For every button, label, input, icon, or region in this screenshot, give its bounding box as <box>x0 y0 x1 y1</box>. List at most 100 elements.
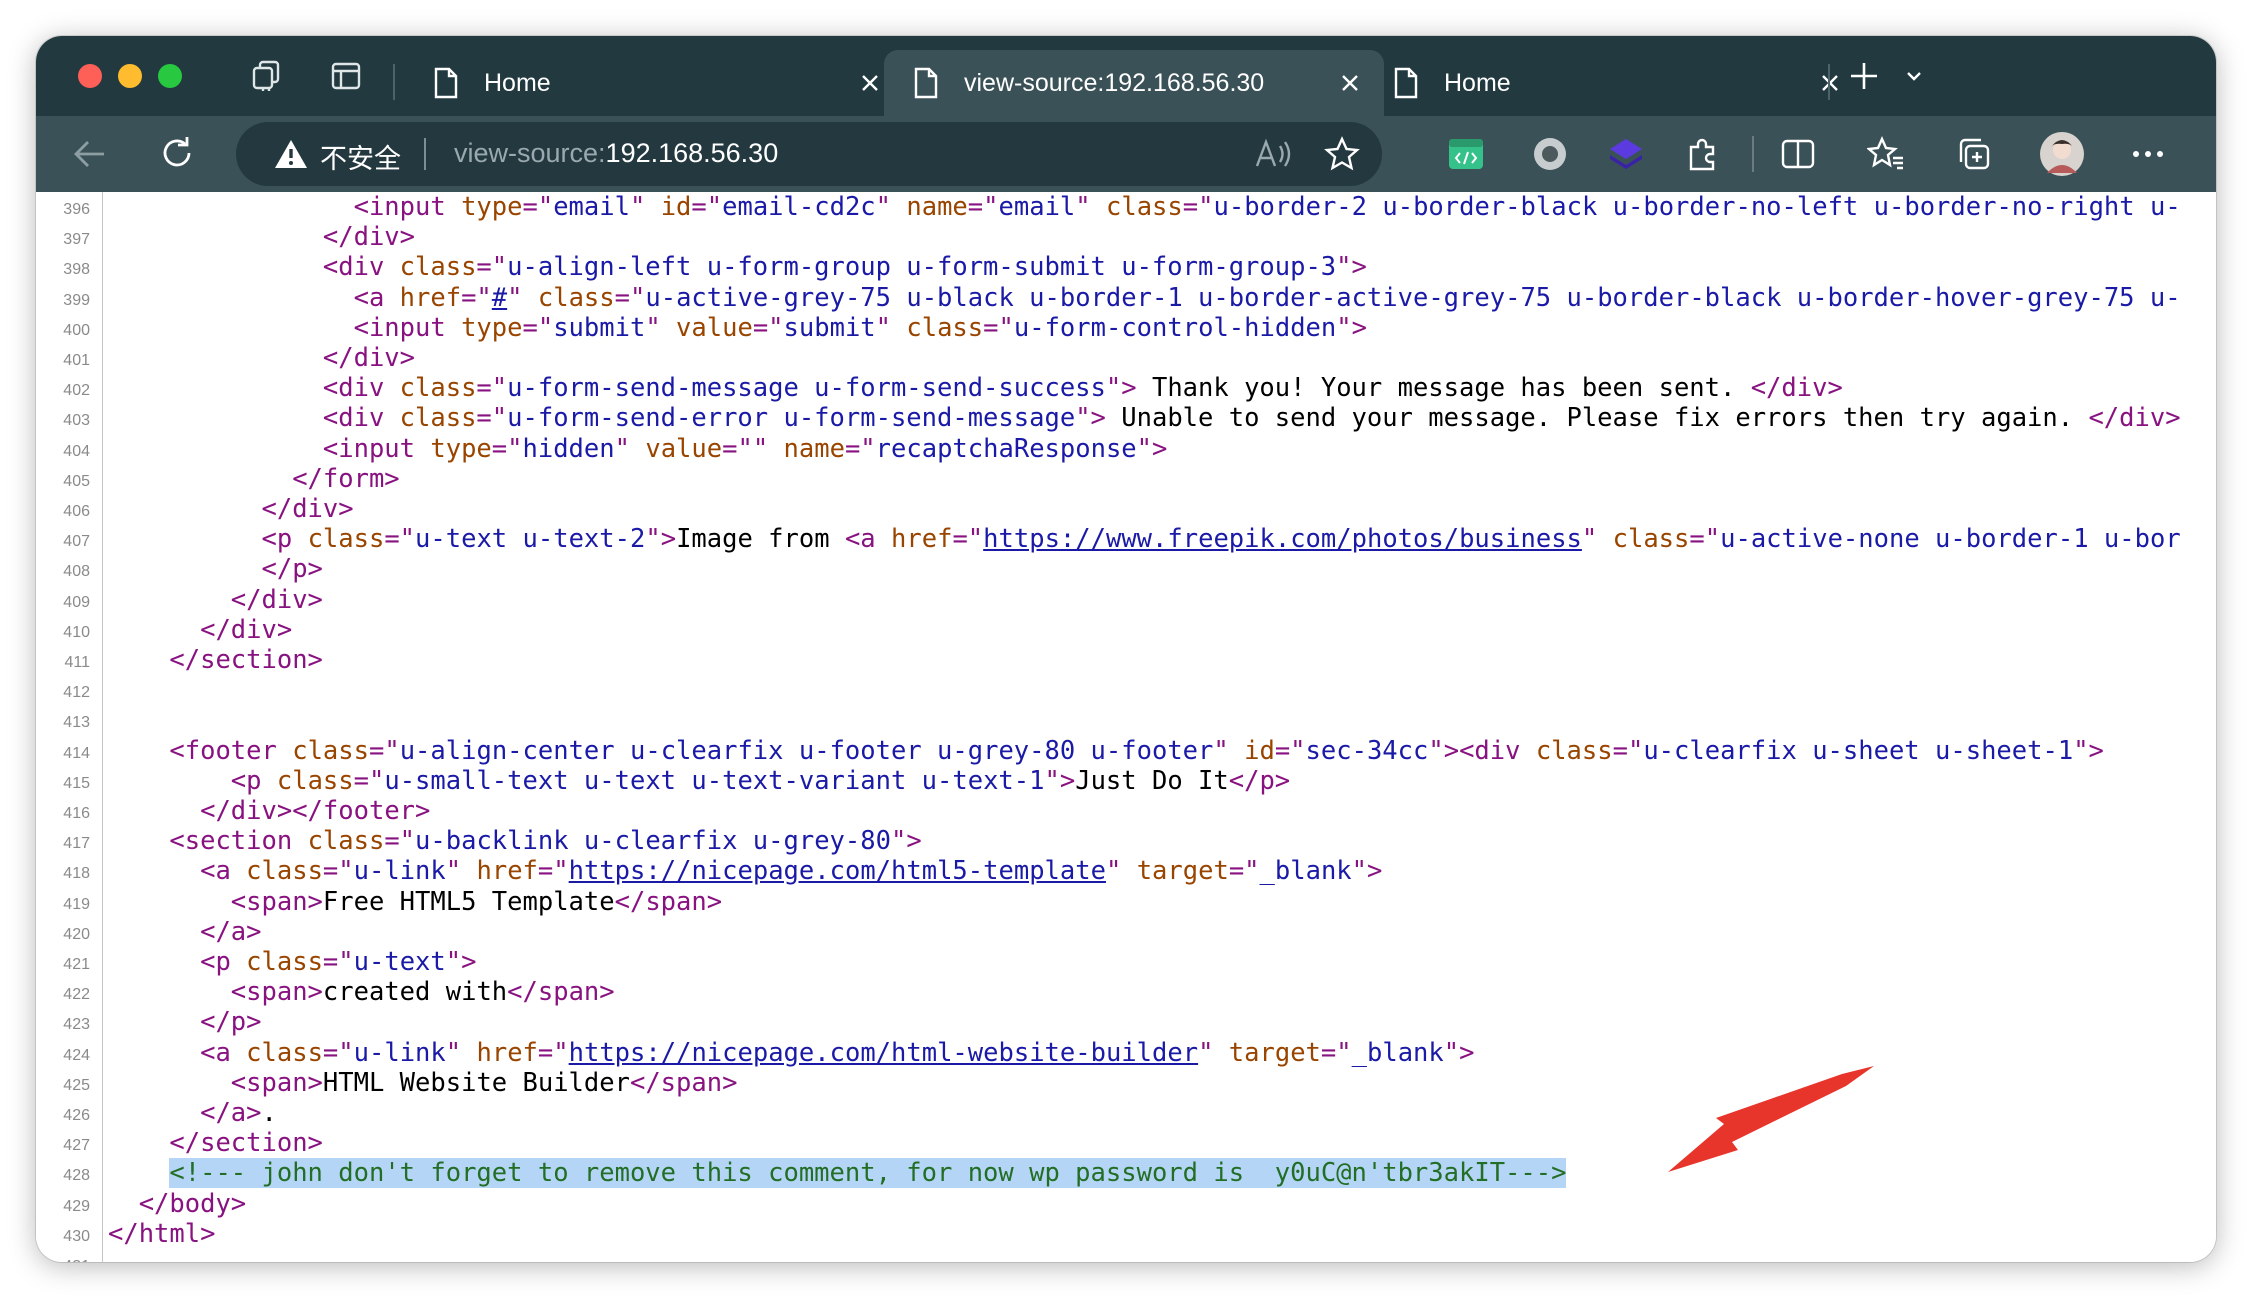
tag-token: "> <box>1136 433 1168 464</box>
url-text[interactable]: view-source:192.168.56.30 <box>454 138 778 169</box>
vertical-tabs-icon[interactable] <box>326 56 366 96</box>
tag-token: <p <box>261 524 308 555</box>
attr-name-token: class <box>307 826 385 857</box>
security-status[interactable]: 不安全 <box>320 137 401 176</box>
favorites-icon[interactable] <box>1862 130 1910 178</box>
source-line: 407 <p class="u-text u-text-2">Image from… <box>36 524 2216 554</box>
record-extension-icon[interactable] <box>1526 130 1574 178</box>
attr-name-token: value <box>676 312 753 343</box>
source-view[interactable]: 396 <input type="email" id="email-cd2c" n… <box>36 192 2216 1262</box>
tag-token: <a <box>353 282 400 313</box>
tab-home-1[interactable]: Home <box>404 50 904 116</box>
line-number: 427 <box>63 1137 90 1155</box>
attr-value-token: u-backlink u-clearfix u-grey-80 <box>415 826 891 857</box>
read-aloud-icon[interactable] <box>1252 132 1296 176</box>
annotation-arrow-icon <box>1668 1066 1874 1172</box>
toolbar: 不安全 view-source:192.168.56.30 <box>36 116 2216 192</box>
dev-extension-icon[interactable] <box>1442 130 1490 178</box>
minimize-window-button[interactable] <box>118 64 142 88</box>
zoom-window-button[interactable] <box>158 64 182 88</box>
tag-token: " <box>645 312 677 343</box>
line-number: 422 <box>63 986 90 1004</box>
source-line: 400 <input type="submit" value="submit" c… <box>36 313 2216 343</box>
link-token[interactable]: https://nicepage.com/html5-template <box>569 856 1106 886</box>
source-line: 420 </a> <box>36 917 2216 947</box>
tag-token: <input <box>322 433 431 464</box>
more-menu-icon[interactable] <box>2124 130 2172 178</box>
line-number: 405 <box>63 472 90 490</box>
line-code: </div> <box>108 615 292 645</box>
collections-icon[interactable] <box>1950 130 1998 178</box>
line-code: <a class="u-link" href="https://nicepage… <box>108 1038 1474 1068</box>
attr-name-token: class <box>1535 735 1613 766</box>
source-line: 405 </form> <box>36 464 2216 494</box>
attr-value-token: hidden <box>522 433 615 464</box>
source-line: 411 </section> <box>36 645 2216 675</box>
tag-token: <span> <box>230 1067 323 1098</box>
tag-token: </section> <box>169 645 323 675</box>
attr-name-token: class <box>399 252 477 283</box>
back-icon[interactable] <box>66 130 114 178</box>
favorite-star-icon[interactable] <box>1320 132 1364 176</box>
tab-title: view-source:192.168.56.30 <box>964 68 1265 97</box>
tag-token: <div <box>322 373 400 404</box>
link-token[interactable]: https://www.freepik.com/photos/business <box>983 524 1582 554</box>
line-number: 406 <box>63 503 90 520</box>
attr-name-token: href <box>399 282 462 313</box>
attr-value-token: u-form-send-message u-form-send-success <box>507 373 1106 404</box>
attr-value-token: u-form-send-error u-form-send-message <box>507 403 1076 434</box>
line-number: 416 <box>63 805 90 822</box>
line-number: 413 <box>63 714 90 732</box>
source-line: 431 <box>36 1249 2216 1262</box>
line-number: 398 <box>63 261 90 279</box>
line-code: </a> <box>108 917 261 947</box>
line-code: </div> <box>108 494 354 524</box>
tag-token: =" <box>1689 524 1721 555</box>
tab-bar-divider <box>393 64 395 100</box>
tag-token: </div> <box>322 222 416 253</box>
workspaces-icon[interactable] <box>246 56 286 96</box>
tag-token: </div> <box>200 614 293 645</box>
attr-value-token: email <box>553 192 630 222</box>
source-line: 410 </div> <box>36 615 2216 645</box>
tab-menu-chevron-icon[interactable] <box>1894 56 1934 96</box>
new-tab-icon[interactable] <box>1844 56 1884 96</box>
tab-home-2[interactable]: Home <box>1364 50 1864 116</box>
line-code: </a>. <box>108 1098 277 1128</box>
line-number: 396 <box>63 201 90 218</box>
link-token[interactable]: # <box>492 283 507 313</box>
source-line: 425 <span>HTML Website Builder</span> <box>36 1068 2216 1098</box>
split-screen-icon[interactable] <box>1774 130 1822 178</box>
attr-value-token: email <box>998 192 1076 222</box>
attr-name-token: class <box>1106 192 1183 222</box>
tag-token: " <box>629 192 661 222</box>
close-window-button[interactable] <box>78 64 102 88</box>
link-token[interactable]: https://nicepage.com/html-website-builde… <box>569 1038 1198 1068</box>
profile-avatar[interactable] <box>2038 130 2086 178</box>
tag-token: <input <box>353 192 462 222</box>
attr-value-token: _blank <box>1259 856 1352 887</box>
tab-view-source[interactable]: view-source:192.168.56.30 <box>884 50 1384 116</box>
line-code: </body> <box>108 1189 246 1219</box>
extensions-icon[interactable] <box>1678 130 1726 178</box>
attr-value-token: u-text u-text-2 <box>415 524 646 555</box>
tag-token: </p> <box>261 554 323 585</box>
layers-extension-icon[interactable] <box>1602 130 1650 178</box>
attr-name-token: target <box>1136 856 1229 887</box>
source-line: 429 </body> <box>36 1189 2216 1219</box>
source-line: 408 </p> <box>36 554 2216 584</box>
source-line: 401 </div> <box>36 343 2216 373</box>
address-bar[interactable]: 不安全 view-source:192.168.56.30 <box>236 122 1382 186</box>
tag-token: =" <box>522 312 554 343</box>
tag-token: =" <box>384 524 416 555</box>
tag-token: </form> <box>292 463 400 494</box>
tag-token: <span> <box>230 886 323 917</box>
refresh-icon[interactable] <box>154 130 202 178</box>
tag-token: </div> <box>322 343 416 373</box>
source-line: 398 <div class="u-align-left u-form-group… <box>36 252 2216 282</box>
line-number: 397 <box>63 231 90 249</box>
attr-value-token: email-cd2c <box>722 192 876 222</box>
line-number: 414 <box>63 744 90 762</box>
attr-name-token: class <box>246 1037 323 1068</box>
tag-token: =" <box>322 856 354 887</box>
